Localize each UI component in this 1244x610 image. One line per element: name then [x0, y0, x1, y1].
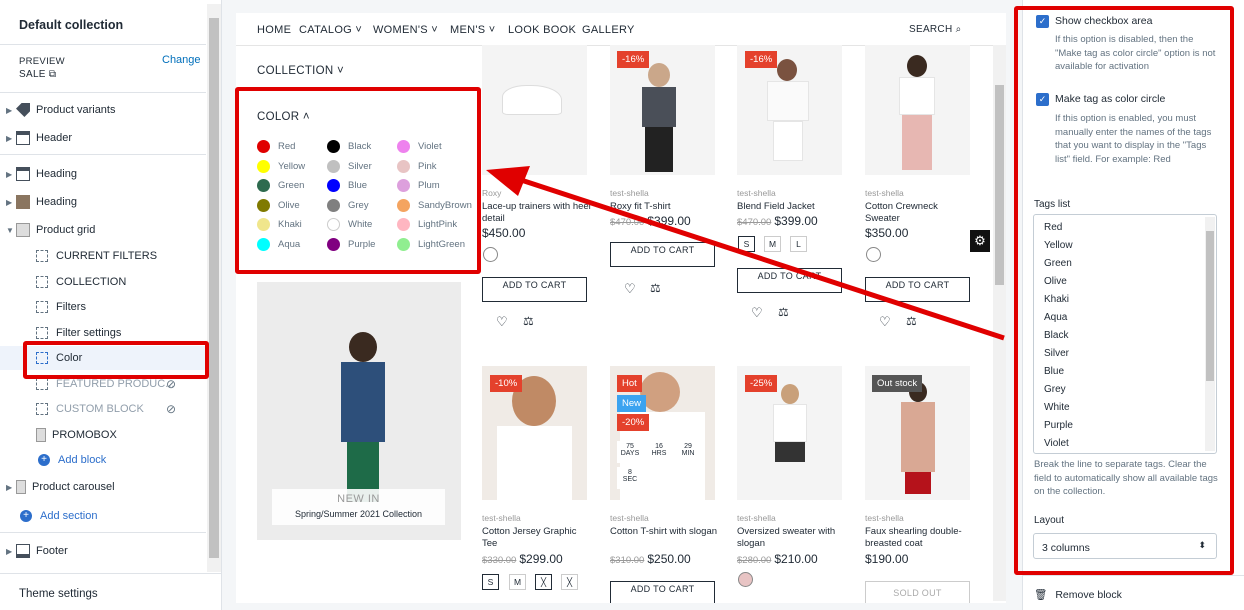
arrow-head	[486, 166, 530, 196]
divider	[1023, 575, 1244, 576]
remove-block-button[interactable]: 🗑 Remove block	[1034, 588, 1122, 601]
arrow-line	[514, 175, 1005, 341]
trash-icon: 🗑	[1034, 589, 1048, 601]
highlight-settings	[1014, 6, 1234, 575]
